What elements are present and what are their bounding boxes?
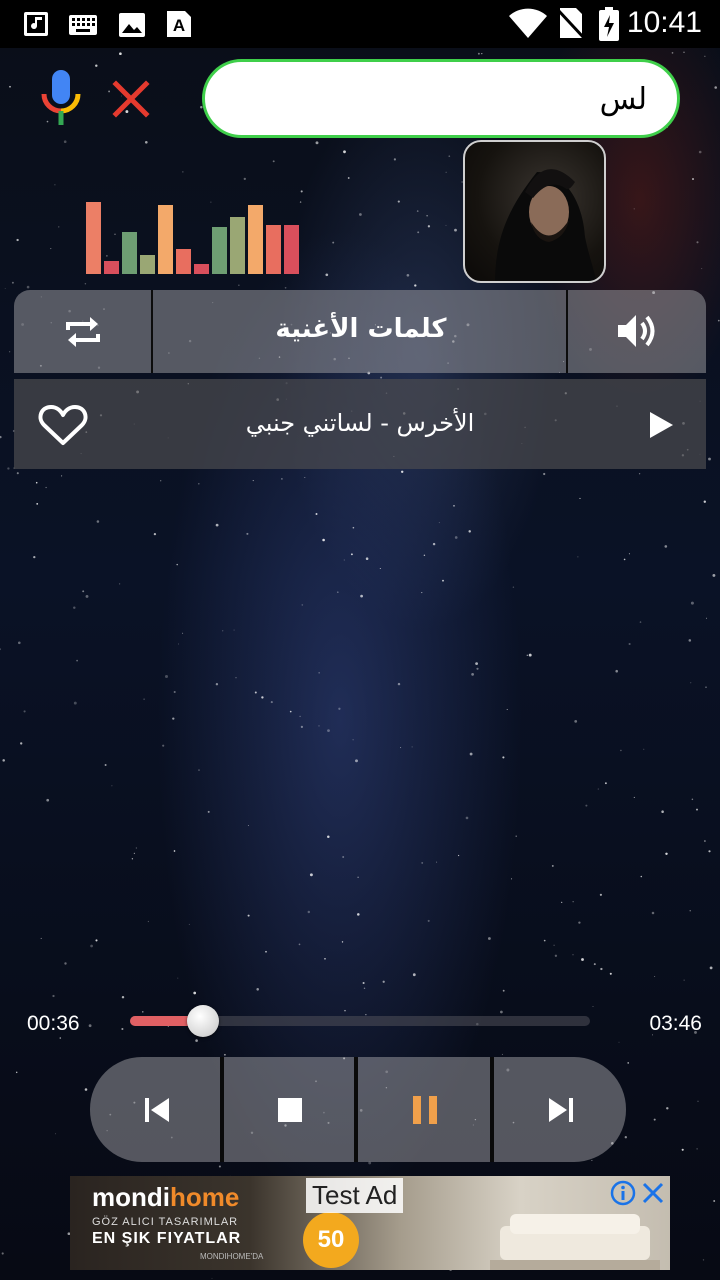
repeat-icon <box>66 317 100 347</box>
wifi-icon <box>509 8 547 38</box>
music-note-icon <box>24 12 48 36</box>
font-a-icon: A <box>167 11 191 37</box>
equalizer-bar <box>212 227 227 274</box>
ad-tagline-2: EN ŞIK FIYATLAR <box>92 1230 242 1247</box>
player-controls <box>90 1057 626 1162</box>
volume-button[interactable] <box>568 290 706 373</box>
close-icon[interactable] <box>642 1182 664 1204</box>
ad-tagline-3: MONDIHOME'DA <box>200 1252 264 1261</box>
play-icon[interactable] <box>648 411 674 439</box>
previous-button[interactable] <box>90 1057 220 1162</box>
keyboard-icon <box>69 15 97 35</box>
artist-photo <box>495 169 597 281</box>
equalizer-bar <box>194 264 209 274</box>
stop-button[interactable] <box>224 1057 354 1162</box>
equalizer-bar <box>230 217 245 274</box>
pause-icon <box>413 1096 437 1124</box>
skip-next-icon <box>549 1098 573 1122</box>
google-mic-icon[interactable] <box>38 68 84 128</box>
ad-banner[interactable]: mondihome GÖZ ALICI TASARIMLAR EN ŞIK FI… <box>70 1176 670 1270</box>
volume-icon <box>618 315 655 347</box>
heart-outline-icon[interactable] <box>38 404 88 446</box>
status-bar: A 10:41 <box>0 0 720 48</box>
ad-tagline-1: GÖZ ALICI TASARIMLAR <box>92 1216 239 1228</box>
ad-brand: mondihome <box>92 1182 240 1212</box>
close-icon[interactable] <box>112 80 150 118</box>
equalizer-visualizer <box>86 200 306 274</box>
info-icon[interactable] <box>610 1180 636 1206</box>
test-ad-label: Test Ad <box>306 1178 404 1213</box>
album-art <box>463 140 606 283</box>
equalizer-bar <box>140 255 155 274</box>
total-time: 03:46 <box>649 1012 702 1035</box>
image-icon <box>119 13 145 37</box>
lyrics-label: كلمات الأغنية <box>275 314 447 344</box>
battery-charging-icon <box>599 7 619 41</box>
no-sim-icon <box>556 8 586 40</box>
seek-bar[interactable] <box>130 1005 590 1037</box>
equalizer-bar <box>176 249 191 274</box>
search-input[interactable]: لس <box>202 59 680 138</box>
repeat-button[interactable] <box>14 290 151 373</box>
seek-bar-thumb[interactable] <box>187 1005 219 1037</box>
song-list-item[interactable]: الأخرس - لساتني جنبي <box>14 379 706 469</box>
equalizer-bar <box>158 205 173 274</box>
equalizer-bar <box>122 232 137 274</box>
ad-discount-badge: 50 <box>303 1212 359 1268</box>
equalizer-bar <box>86 202 101 274</box>
next-button[interactable] <box>494 1057 624 1162</box>
song-title: الأخرس - لساتني جنبي <box>245 409 475 437</box>
control-bar: كلمات الأغنية <box>14 290 706 373</box>
svg-text:A: A <box>173 16 185 35</box>
current-time: 00:36 <box>27 1012 80 1035</box>
stop-icon <box>278 1098 302 1122</box>
search-query: لس <box>599 82 647 117</box>
skip-previous-icon <box>145 1098 169 1122</box>
pause-button[interactable] <box>358 1057 488 1162</box>
equalizer-bar <box>248 205 263 274</box>
equalizer-bar <box>284 225 299 274</box>
clock: 10:41 <box>626 6 702 39</box>
ad-sofa-image <box>490 1214 660 1270</box>
equalizer-bar <box>104 261 119 274</box>
equalizer-bar <box>266 225 281 274</box>
